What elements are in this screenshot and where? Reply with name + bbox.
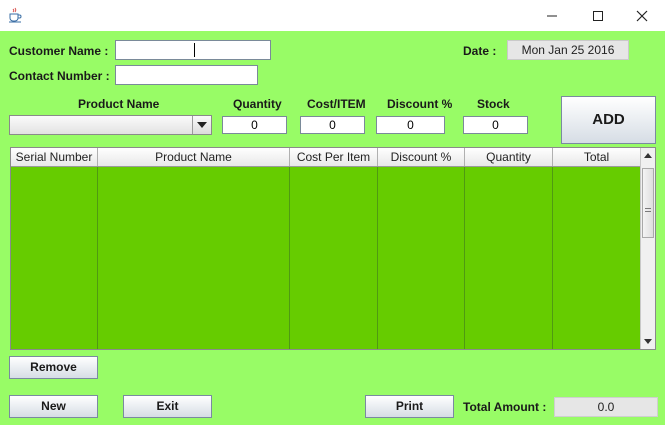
items-table[interactable]: Serial Number Product Name Cost Per Item…: [10, 147, 656, 350]
minimize-button[interactable]: [529, 0, 575, 31]
table-column: [98, 167, 290, 349]
table-column: [11, 167, 98, 349]
contact-number-label: Contact Number :: [9, 69, 110, 83]
text-caret: [194, 43, 195, 57]
total-amount-label: Total Amount :: [463, 400, 547, 414]
table-body[interactable]: [11, 167, 641, 349]
scrollbar-thumb[interactable]: [642, 168, 654, 238]
stock-input[interactable]: 0: [463, 116, 528, 134]
date-label: Date :: [463, 44, 497, 58]
close-button[interactable]: [619, 0, 665, 31]
contact-number-input[interactable]: [115, 65, 258, 85]
quantity-input[interactable]: 0: [222, 116, 287, 134]
total-amount-value: 0.0: [554, 397, 658, 417]
stock-label: Stock: [477, 97, 510, 111]
minimize-icon: [547, 15, 557, 16]
cost-item-input[interactable]: 0: [300, 116, 365, 134]
discount-input[interactable]: 0: [376, 116, 445, 134]
vertical-scrollbar[interactable]: [640, 148, 655, 349]
java-cup-icon: [7, 7, 23, 23]
maximize-button[interactable]: [575, 0, 621, 31]
dropdown-arrow-icon[interactable]: [192, 116, 211, 134]
column-header-total[interactable]: Total: [553, 148, 641, 166]
quantity-label: Quantity: [233, 97, 282, 111]
column-header-quantity[interactable]: Quantity: [465, 148, 553, 166]
scroll-down-icon[interactable]: [644, 339, 652, 344]
customer-name-label: Customer Name :: [9, 44, 109, 58]
product-name-label: Product Name: [78, 97, 160, 111]
add-button[interactable]: ADD: [561, 96, 656, 144]
table-column: [465, 167, 553, 349]
table-column: [378, 167, 465, 349]
table-column: [553, 167, 641, 349]
date-value: Mon Jan 25 2016: [507, 40, 629, 60]
table-column: [290, 167, 378, 349]
title-bar: [0, 0, 665, 31]
exit-button[interactable]: Exit: [123, 395, 212, 418]
discount-label: Discount %: [387, 97, 453, 111]
product-name-dropdown[interactable]: [9, 115, 212, 135]
close-icon: [636, 10, 648, 21]
column-header-cost-per-item[interactable]: Cost Per Item: [290, 148, 378, 166]
print-button[interactable]: Print: [365, 395, 454, 418]
column-header-serial-number[interactable]: Serial Number: [11, 148, 98, 166]
scroll-up-icon[interactable]: [644, 153, 652, 158]
remove-button[interactable]: Remove: [9, 356, 98, 379]
maximize-icon: [593, 10, 603, 21]
table-header: Serial Number Product Name Cost Per Item…: [11, 148, 641, 167]
customer-name-input[interactable]: [115, 40, 271, 60]
cost-item-label: Cost/ITEM: [307, 97, 366, 111]
column-header-product-name[interactable]: Product Name: [98, 148, 290, 166]
column-header-discount[interactable]: Discount %: [378, 148, 465, 166]
new-button[interactable]: New: [9, 395, 98, 418]
